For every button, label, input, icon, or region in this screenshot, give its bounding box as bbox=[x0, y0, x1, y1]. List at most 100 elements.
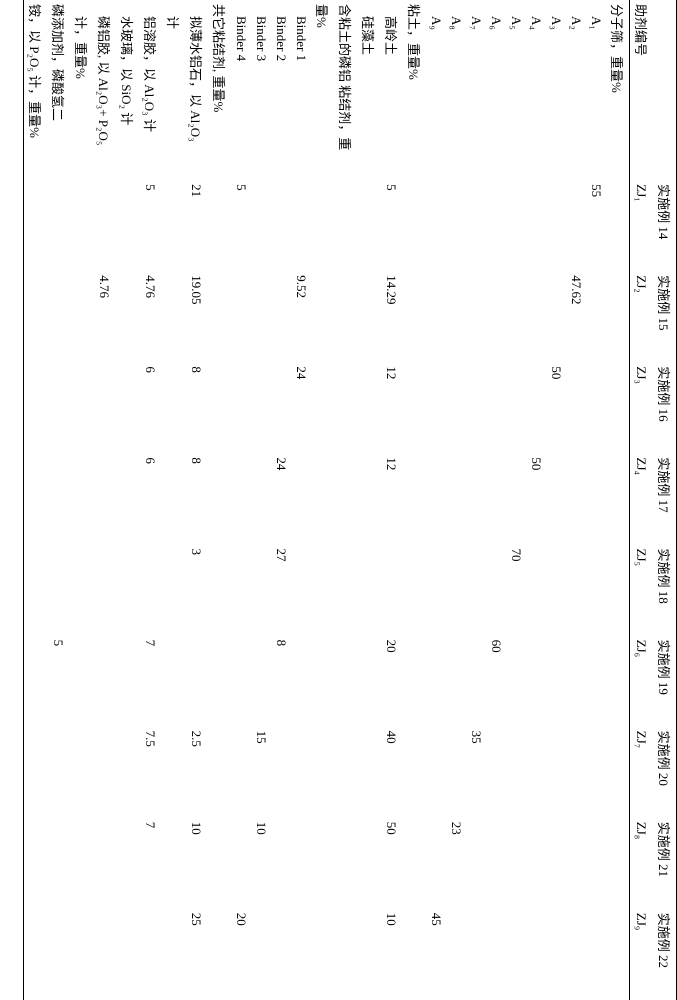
row-label: Binder 1 bbox=[291, 0, 311, 180]
data-cell bbox=[426, 544, 446, 635]
data-cell bbox=[139, 544, 162, 635]
row-label: A₄ bbox=[526, 0, 546, 180]
data-cell bbox=[231, 544, 251, 635]
data-cell bbox=[403, 453, 426, 544]
data-cell: 5 bbox=[380, 180, 403, 271]
data-cell bbox=[162, 818, 185, 909]
data-cell bbox=[606, 636, 630, 727]
data-cell bbox=[334, 544, 357, 635]
data-cell bbox=[271, 909, 291, 1000]
data-cell bbox=[162, 180, 185, 271]
data-cell bbox=[486, 362, 506, 453]
data-cell bbox=[426, 180, 446, 271]
data-cell: 25 bbox=[185, 909, 208, 1000]
data-cell: 50 bbox=[526, 453, 546, 544]
col-header-example: 实施例 15 bbox=[653, 271, 677, 362]
data-cell bbox=[116, 818, 139, 909]
data-cell bbox=[566, 180, 586, 271]
data-cell: 12 bbox=[380, 362, 403, 453]
aid-id-cell: ZJ₁ bbox=[630, 180, 654, 271]
aid-id-cell: ZJ₂ bbox=[630, 271, 654, 362]
data-cell bbox=[526, 727, 546, 818]
data-cell bbox=[291, 909, 311, 1000]
row-label: A₂ bbox=[566, 0, 586, 180]
data-cell bbox=[116, 544, 139, 635]
data-cell bbox=[566, 727, 586, 818]
table-row: 铵，以 P₂O₅ 计，重量% bbox=[24, 0, 48, 1000]
col-header-example: 实施例 20 bbox=[653, 727, 677, 818]
aid-id-cell: ZJ₄ bbox=[630, 453, 654, 544]
row-label: 硅藻土 bbox=[357, 0, 380, 180]
data-cell bbox=[231, 818, 251, 909]
table-row: 计，重量% bbox=[70, 0, 93, 1000]
table-row: A₉45 bbox=[426, 0, 446, 1000]
data-cell bbox=[546, 909, 566, 1000]
row-label: 分子筛，重量% bbox=[606, 0, 630, 180]
table-row: 磷添加剂，磷酸氢二5 bbox=[47, 0, 70, 1000]
data-cell bbox=[334, 362, 357, 453]
data-cell: 5 bbox=[231, 180, 251, 271]
data-cell: 70 bbox=[506, 544, 526, 635]
data-cell bbox=[271, 727, 291, 818]
row-label: 计，重量% bbox=[70, 0, 93, 180]
data-cell bbox=[116, 636, 139, 727]
data-cell bbox=[70, 909, 93, 1000]
table-row: A₁55 bbox=[586, 0, 606, 1000]
data-cell: 50 bbox=[546, 362, 566, 453]
aid-id-cell: ZJ₆ bbox=[630, 636, 654, 727]
data-cell bbox=[116, 362, 139, 453]
data-cell bbox=[466, 271, 486, 362]
table-row: A₆60 bbox=[486, 0, 506, 1000]
table-page: 实施例 14实施例 15实施例 16实施例 17实施例 18实施例 19实施例 … bbox=[0, 0, 677, 677]
col-header-example: 实施例 17 bbox=[653, 453, 677, 544]
data-cell bbox=[116, 180, 139, 271]
data-cell bbox=[24, 909, 48, 1000]
data-cell bbox=[231, 727, 251, 818]
data-cell bbox=[24, 453, 48, 544]
data-cell bbox=[526, 909, 546, 1000]
data-cell bbox=[606, 453, 630, 544]
data-cell bbox=[311, 544, 334, 635]
row-label: A₆ bbox=[486, 0, 506, 180]
data-cell bbox=[357, 909, 380, 1000]
data-cell bbox=[24, 544, 48, 635]
data-cell bbox=[47, 453, 70, 544]
data-cell: 6 bbox=[139, 362, 162, 453]
data-cell: 23 bbox=[446, 818, 466, 909]
data-cell: 15 bbox=[251, 727, 271, 818]
data-cell bbox=[546, 453, 566, 544]
data-cell bbox=[506, 727, 526, 818]
data-cell bbox=[466, 544, 486, 635]
aid-id-cell: ZJ₈ bbox=[630, 818, 654, 909]
data-cell: 27 bbox=[271, 544, 291, 635]
data-cell bbox=[93, 636, 116, 727]
data-cell bbox=[606, 271, 630, 362]
data-cell bbox=[116, 727, 139, 818]
row-label: 计 bbox=[162, 0, 185, 180]
data-cell bbox=[566, 818, 586, 909]
data-cell bbox=[357, 362, 380, 453]
data-cell bbox=[357, 727, 380, 818]
row-label: Binder 4 bbox=[231, 0, 251, 180]
data-cell bbox=[486, 544, 506, 635]
data-cell bbox=[357, 271, 380, 362]
data-cell bbox=[70, 271, 93, 362]
data-cell bbox=[70, 727, 93, 818]
data-cell bbox=[466, 453, 486, 544]
data-cell: 4.76 bbox=[139, 271, 162, 362]
data-cell bbox=[403, 727, 426, 818]
data-cell bbox=[291, 180, 311, 271]
data-cell bbox=[606, 362, 630, 453]
row-label: 拟薄水铝石，以 Al₂O₃ bbox=[185, 0, 208, 180]
col-header-example: 实施例 21 bbox=[653, 818, 677, 909]
data-cell bbox=[606, 727, 630, 818]
data-cell bbox=[271, 818, 291, 909]
data-cell: 7 bbox=[139, 636, 162, 727]
data-cell bbox=[208, 727, 231, 818]
data-cell bbox=[70, 180, 93, 271]
data-cell bbox=[311, 636, 334, 727]
row-label: 助剂编号 bbox=[630, 0, 654, 180]
data-cell: 10 bbox=[380, 909, 403, 1000]
data-cell bbox=[208, 636, 231, 727]
data-cell bbox=[162, 544, 185, 635]
